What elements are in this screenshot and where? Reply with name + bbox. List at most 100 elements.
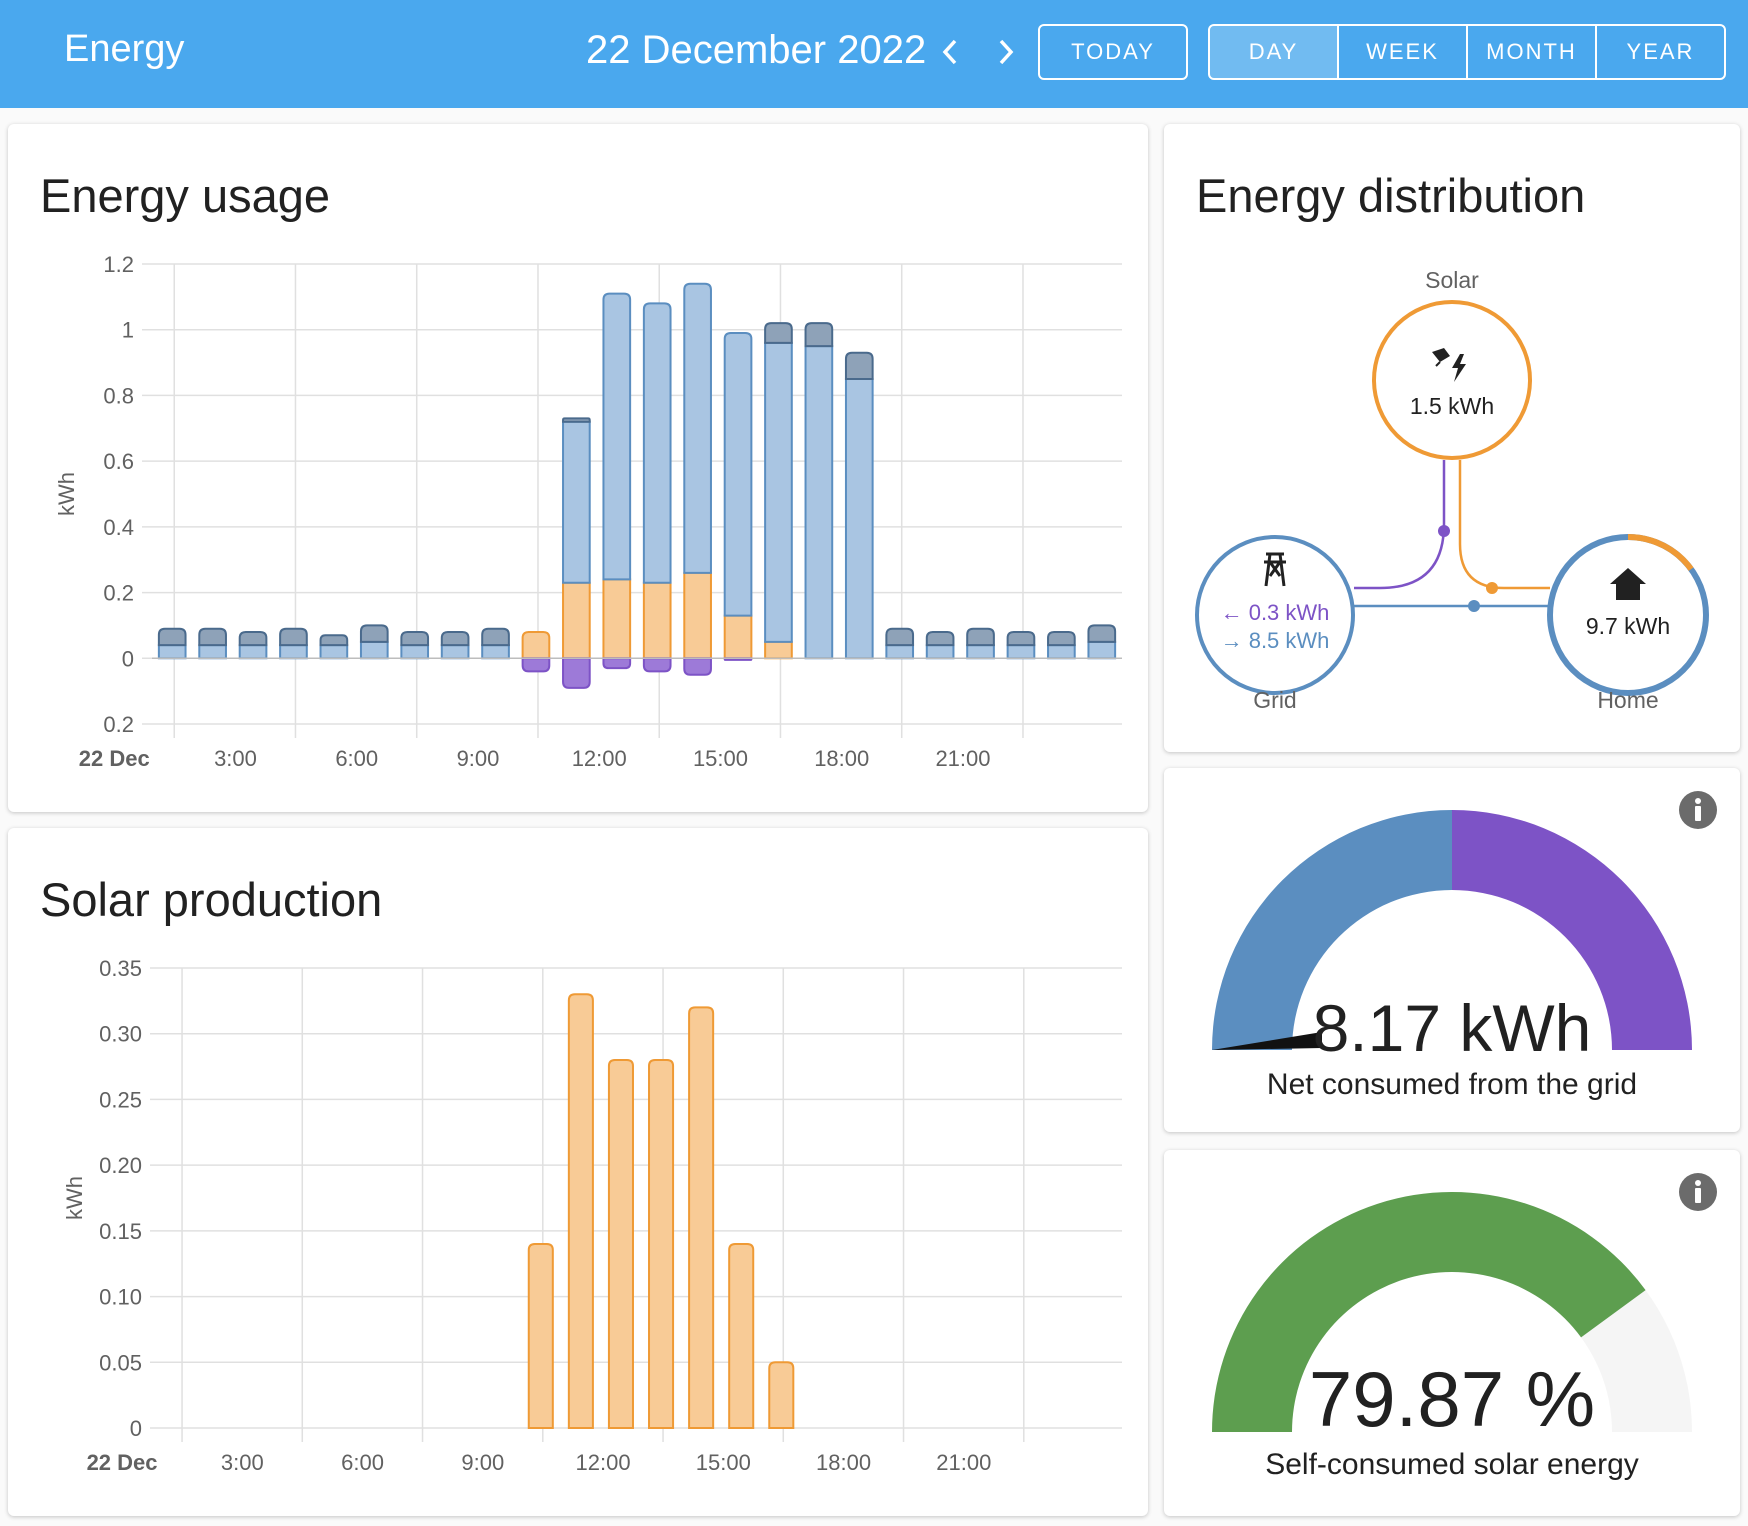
bar-grid-import — [1006, 644, 1036, 660]
bar-grid-import-high — [764, 322, 793, 345]
bar-grid-import-high — [279, 627, 308, 647]
bar-solar-production — [567, 993, 594, 1429]
y-tick-label: 0 — [122, 646, 134, 671]
bar-return-to-grid — [562, 657, 591, 689]
y-tick-label: 0.25 — [99, 1087, 142, 1112]
flow-dot-grid-home — [1468, 600, 1480, 612]
period-year-button[interactable]: YEAR — [1597, 26, 1724, 78]
bar-grid-import-high — [480, 627, 510, 647]
y-tick-label: 0.30 — [99, 1022, 142, 1047]
self-consumed-label: Self-consumed solar energy — [1265, 1448, 1639, 1481]
y-tick-label: 0.15 — [99, 1219, 142, 1244]
home-label: Home — [1597, 687, 1658, 713]
self-consumed-value: 79.87 % — [1308, 1355, 1596, 1443]
bar-grid-import — [844, 378, 874, 660]
bar-solar-production — [527, 1243, 554, 1429]
bar-grid-import-high — [198, 627, 227, 647]
x-tick-label: 6:00 — [335, 746, 378, 771]
bar-grid-import — [238, 644, 268, 660]
y-axis-label: kWh — [54, 472, 79, 516]
x-tick-label: 18:00 — [816, 1450, 871, 1475]
bar-grid-import — [198, 644, 227, 660]
net-grid-value: 8.17 kWh — [1312, 991, 1592, 1065]
bar-solar — [642, 581, 672, 660]
bar-solar — [764, 640, 793, 660]
bar-solar-production — [688, 1006, 715, 1429]
grid-export-value: ← 0.3 kWh — [1221, 600, 1330, 625]
x-tick-label: 9:00 — [461, 1450, 504, 1475]
x-tick-label: 18:00 — [814, 746, 869, 771]
flow-dot-solar-home — [1486, 582, 1498, 594]
bar-grid-import — [1047, 644, 1076, 660]
solar-value: 1.5 kWh — [1410, 393, 1494, 419]
y-axis-label: kWh — [62, 1176, 87, 1220]
x-tick-label: 15:00 — [696, 1450, 751, 1475]
bar-grid-import-high — [562, 417, 591, 423]
bar-grid-import-high — [400, 631, 430, 647]
bar-grid-import — [683, 282, 712, 574]
app-title: Energy — [64, 28, 185, 70]
bar-grid-import-high — [157, 627, 187, 647]
y-tick-label: 0.8 — [103, 383, 134, 408]
bar-grid-import — [642, 302, 672, 584]
y-tick-label: 0.10 — [99, 1285, 142, 1310]
bar-solar-production — [606, 1059, 634, 1429]
bar-return-to-grid — [683, 657, 712, 676]
bar-grid-import — [562, 420, 591, 584]
bar-grid-import — [319, 644, 349, 660]
chevron-right-icon — [999, 39, 1014, 65]
next-period-button[interactable] — [986, 30, 1026, 74]
bar-grid-import-high — [440, 631, 470, 647]
y-tick-label: 0.05 — [99, 1350, 142, 1375]
bar-grid-import-high — [238, 631, 268, 647]
x-tick-label: 22 Dec — [87, 1450, 158, 1475]
today-button[interactable]: TODAY — [1038, 24, 1188, 80]
bar-solar-production — [648, 1059, 675, 1429]
y-tick-label: 0.6 — [103, 449, 134, 474]
x-tick-label: 15:00 — [693, 746, 748, 771]
y-tick-label: 0 — [130, 1416, 142, 1441]
self-consumed-gauge-card: 79.87 % Self-consumed solar energy — [1164, 1150, 1740, 1516]
period-selector: DAY WEEK MONTH YEAR — [1208, 24, 1726, 80]
chevron-left-icon — [942, 39, 957, 65]
x-tick-label: 21:00 — [936, 1450, 991, 1475]
x-tick-label: 12:00 — [576, 1450, 631, 1475]
bar-grid-import-high — [885, 627, 915, 647]
bar-grid-import — [400, 644, 430, 660]
bar-grid-import — [602, 292, 632, 581]
net-grid-label: Net consumed from the grid — [1266, 1068, 1638, 1101]
bar-grid-import-high — [966, 627, 995, 648]
x-tick-label: 6:00 — [341, 1450, 384, 1475]
period-day-button[interactable]: DAY — [1210, 26, 1339, 78]
bar-grid-import — [885, 644, 915, 660]
y-tick-label: 1 — [122, 318, 134, 343]
previous-period-button[interactable] — [930, 30, 970, 74]
bar-solar — [562, 581, 591, 660]
flow-solar-to-grid — [1354, 460, 1446, 590]
bar-grid-import-high — [1006, 631, 1036, 648]
bar-grid-import — [1087, 640, 1117, 660]
bar-grid-import — [804, 345, 834, 660]
net-grid-gauge-card: 8.17 kWh Net consumed from the grid — [1164, 768, 1740, 1132]
y-tick-label: 0.4 — [103, 515, 134, 540]
date-label: 22 December 2022 — [586, 28, 927, 72]
bar-grid-import — [279, 644, 308, 660]
bar-grid-import — [925, 644, 955, 660]
energy-usage-chart: 1.2 1 0.8 0.6 0.4 0.2 0 0.2 22 Dec 3:00 6:00 9:00 12… — [54, 252, 1122, 771]
x-tick-label: 3:00 — [214, 746, 257, 771]
bar-grid-import — [481, 644, 510, 660]
home-value: 9.7 kWh — [1586, 613, 1670, 639]
bar-solar — [723, 614, 753, 660]
x-tick-label: 21:00 — [935, 746, 990, 771]
x-tick-label: 22 Dec — [79, 746, 150, 771]
bar-grid-import — [966, 644, 995, 660]
period-week-button[interactable]: WEEK — [1339, 26, 1468, 78]
bar-grid-import-high — [1087, 624, 1117, 643]
y-tick-label: 1.2 — [103, 252, 134, 277]
y-tick-label: 0.20 — [99, 1153, 142, 1178]
top-app-bar: Energy 22 December 2022 TODAY DAY WEEK M… — [0, 0, 1748, 108]
period-month-button[interactable]: MONTH — [1468, 26, 1597, 78]
bar-grid-import — [157, 644, 187, 660]
bar-grid-import-high — [804, 322, 834, 348]
y-tick-label: 0.2 — [103, 712, 134, 737]
